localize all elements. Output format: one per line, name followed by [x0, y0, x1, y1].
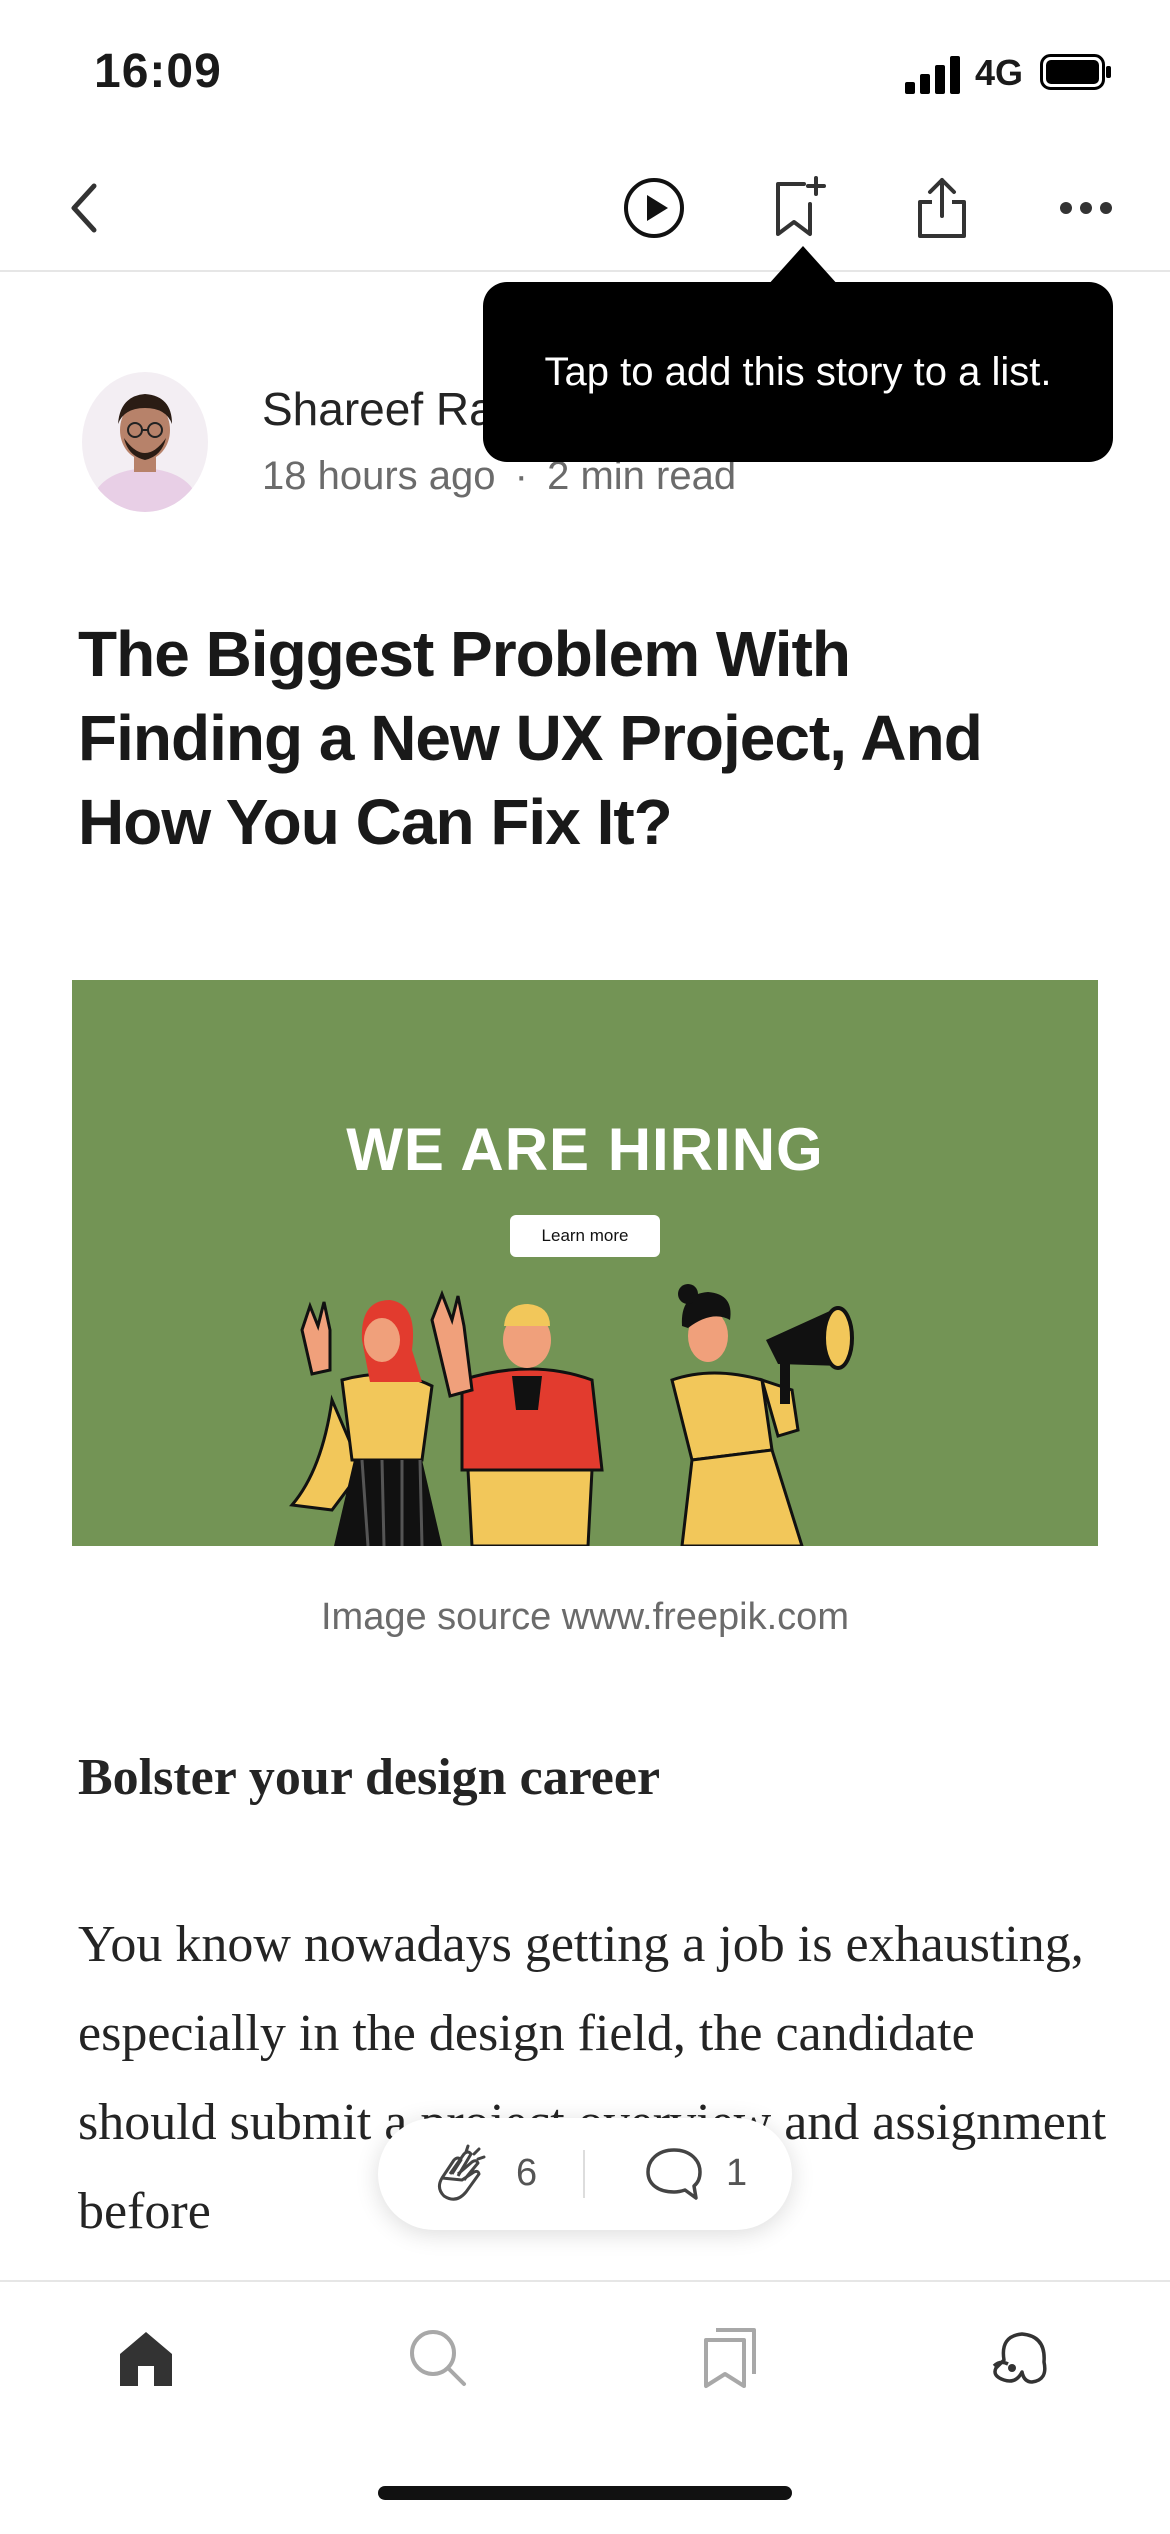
battery-icon [1040, 54, 1111, 90]
profile-icon [992, 2332, 1047, 2384]
nav-library[interactable] [690, 2318, 770, 2398]
engagement-divider [583, 2150, 585, 2198]
article-title: The Biggest Problem With Finding a New U… [78, 618, 983, 858]
chevron-left-icon [71, 183, 97, 233]
bookmarks-icon [704, 2328, 756, 2388]
network-type: 4G [975, 52, 1024, 93]
save-tooltip[interactable]: Tap to add this story to a list. [483, 282, 1113, 462]
author-avatar[interactable] [82, 372, 208, 512]
hiring-illustration [289, 1284, 854, 1546]
back-button[interactable] [44, 168, 124, 248]
nav-search[interactable] [398, 2318, 478, 2398]
comment-icon [646, 2148, 702, 2200]
hero-learn-more-button: Learn more [510, 1215, 660, 1257]
hero-headline: WE ARE HIRING [346, 1116, 824, 1183]
section-heading: Bolster your design career [78, 1749, 661, 1806]
search-icon [410, 2330, 466, 2386]
listen-button[interactable] [614, 168, 694, 248]
tooltip-arrow [767, 246, 839, 286]
bookmark-add-icon [776, 176, 826, 236]
hero-image: WE ARE HIRING Learn more [72, 980, 1098, 1546]
engagement-bar: 6 1 [378, 2118, 792, 2230]
more-options-button[interactable] [1046, 168, 1126, 248]
clap-icon [437, 2144, 486, 2201]
clap-count: 6 [516, 2152, 538, 2194]
responses-button[interactable] [644, 2146, 704, 2209]
nav-profile[interactable] [982, 2318, 1062, 2398]
time-ago: 18 hours ago [262, 454, 496, 498]
author-photo [82, 372, 208, 512]
article-toolbar [0, 150, 1170, 272]
nav-home[interactable] [106, 2318, 186, 2398]
status-time: 16:09 [94, 45, 222, 98]
home-indicator [378, 2486, 792, 2500]
save-to-list-button[interactable] [758, 168, 838, 248]
image-caption: Image source www.freepik.com [321, 1596, 849, 1638]
response-count: 1 [726, 2152, 748, 2194]
author-name[interactable]: Shareef Ra [262, 382, 495, 436]
more-horizontal-icon [1060, 202, 1112, 214]
clap-button[interactable] [428, 2144, 492, 2213]
home-icon [120, 2332, 172, 2386]
play-circle-icon [624, 178, 684, 238]
signal-icon [905, 56, 960, 94]
share-icon [918, 178, 966, 238]
share-button[interactable] [902, 168, 982, 248]
